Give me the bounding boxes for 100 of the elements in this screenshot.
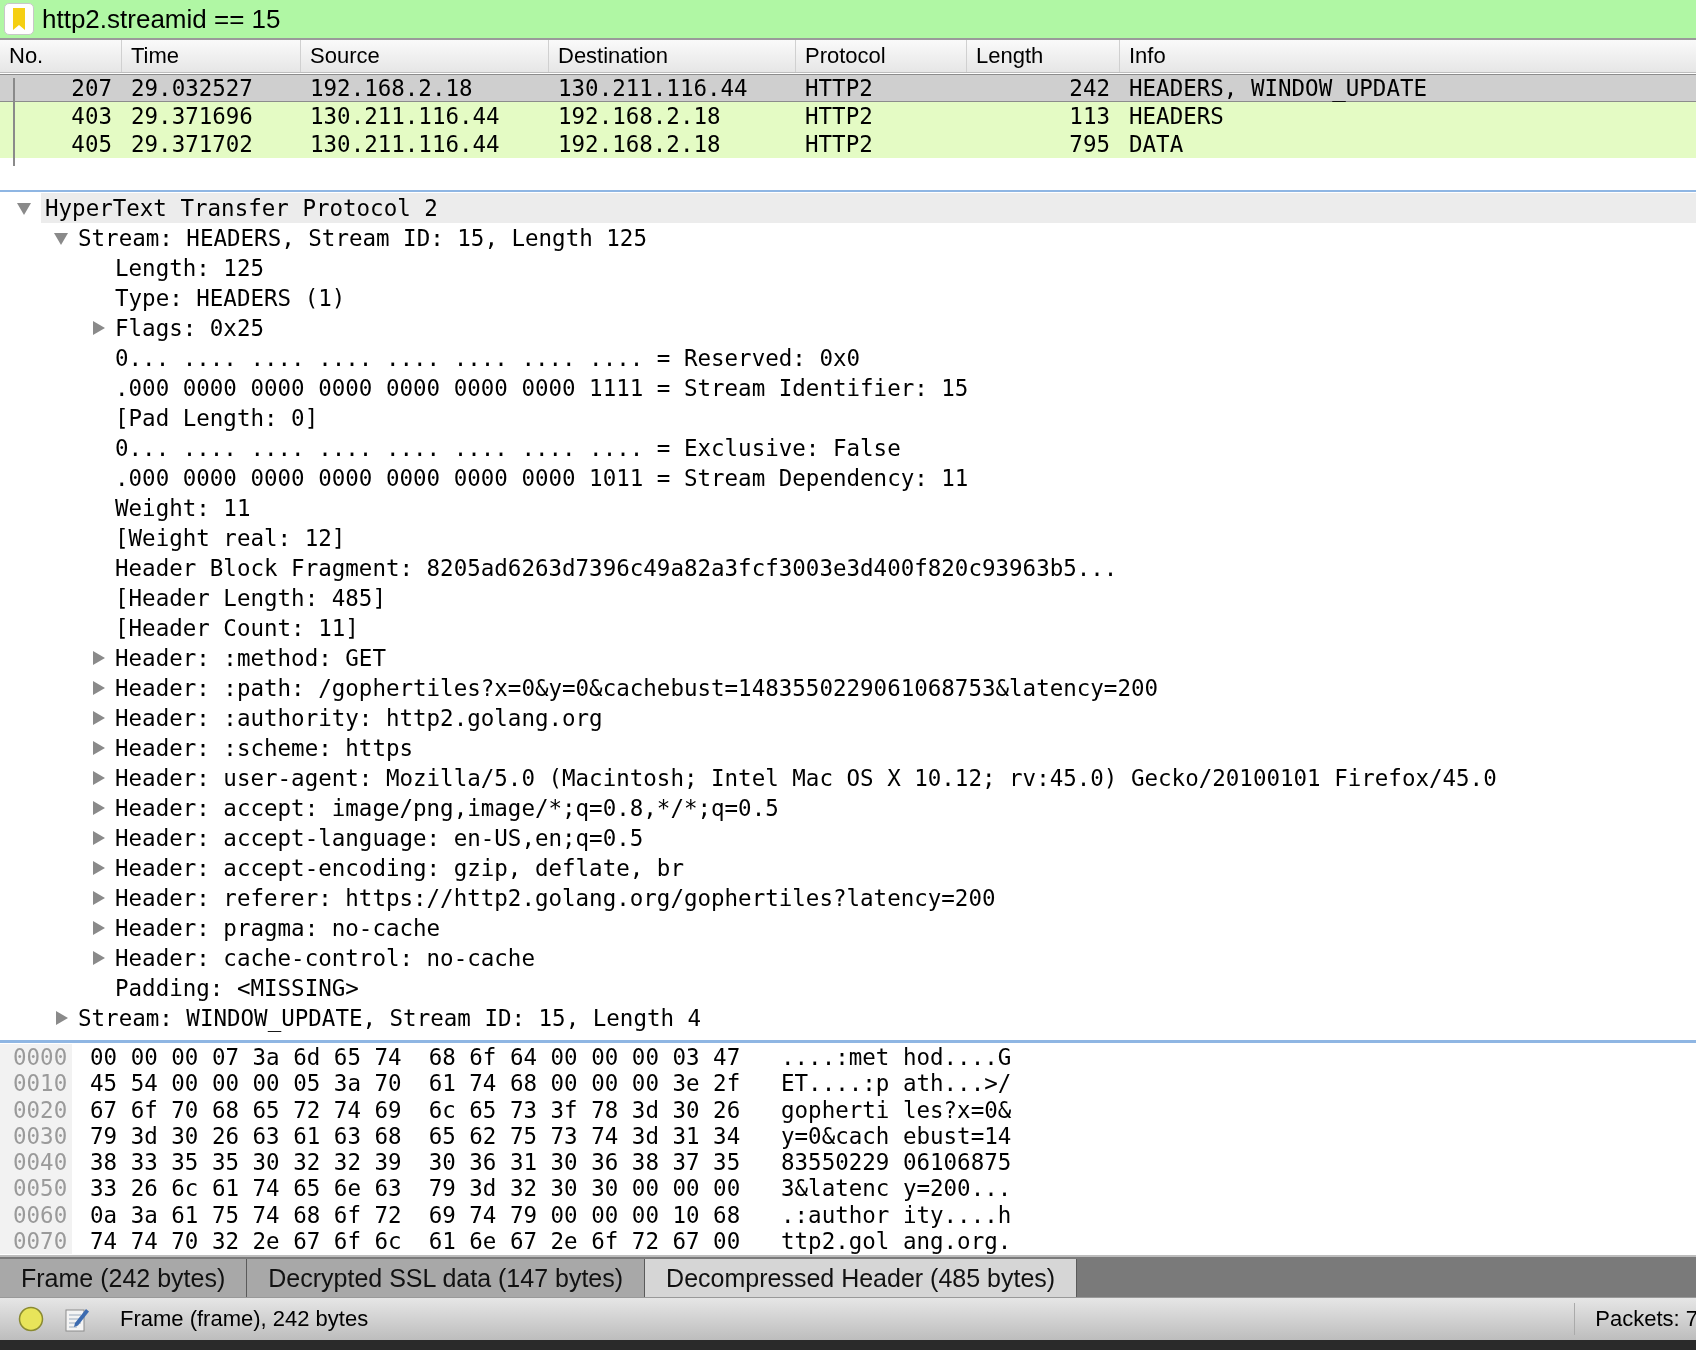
table-cell-text: 113 xyxy=(1068,102,1111,130)
disclosure-triangle-icon[interactable] xyxy=(90,890,106,906)
ascii-text[interactable]: .:author ity....h xyxy=(781,1201,1012,1229)
tree-item[interactable]: Type: HEADERS (1) xyxy=(115,283,346,313)
disclosure-triangle-icon[interactable] xyxy=(90,320,106,336)
disclosure-triangle-icon[interactable] xyxy=(90,650,106,666)
disclosure-triangle-icon[interactable] xyxy=(90,680,106,696)
tree-item[interactable]: Stream: WINDOW_UPDATE, Stream ID: 15, Length 4 xyxy=(78,1003,702,1033)
table-cell-text: 795 xyxy=(1068,130,1111,158)
column-header[interactable]: No. xyxy=(0,40,121,72)
table-cell-text: 192.168.2.18 xyxy=(309,74,474,102)
table-cell-text: 130.211.116.44 xyxy=(557,74,749,102)
tree-item[interactable]: Weight: 11 xyxy=(115,493,251,523)
ascii-text[interactable]: gopherti les?x=0& xyxy=(781,1096,1012,1123)
ascii-text[interactable]: 83550229 06106875 xyxy=(781,1149,1012,1176)
status-circle-icon[interactable] xyxy=(18,1306,44,1332)
hex-offset: 0050 xyxy=(13,1175,66,1202)
hex-offset: 0030 xyxy=(13,1122,66,1150)
tree-item[interactable]: Header: accept-language: en-US,en;q=0.5 xyxy=(115,823,644,853)
ascii-text[interactable]: ttp2.gol ang.org. xyxy=(781,1228,1012,1255)
byte-view-tab[interactable]: Decrypted SSL data (147 bytes) xyxy=(247,1259,646,1297)
tree-item[interactable]: .000 0000 0000 0000 0000 0000 0000 1011 = Stream Dependency: 11 xyxy=(115,463,969,493)
column-header[interactable]: Time xyxy=(121,40,300,72)
table-cell-text: HEADERS, WINDOW_UPDATE xyxy=(1128,74,1428,102)
tree-item[interactable]: Flags: 0x25 xyxy=(115,313,264,343)
column-header[interactable]: Protocol xyxy=(795,40,966,72)
table-cell-text: 242 xyxy=(1068,74,1111,102)
table-cell-text: HTTP2 xyxy=(804,74,874,102)
tree-item[interactable]: [Weight real: 12] xyxy=(115,523,346,553)
column-header[interactable]: Source xyxy=(300,40,548,72)
hex-offset: 0020 xyxy=(13,1096,66,1123)
table-cell-text: 192.168.2.18 xyxy=(557,130,722,158)
ascii-text[interactable]: 3&latenc y=200... xyxy=(781,1175,1012,1202)
tree-item[interactable]: Header: :path: /gophertiles?x=0&y=0&cachebust=1483550229061068753&latency=200 xyxy=(115,673,1159,703)
tree-item[interactable]: 0... .... .... .... .... .... .... .... = Exclusive: False xyxy=(115,433,901,463)
tree-item[interactable]: [Header Length: 485] xyxy=(115,583,386,613)
byte-view-tab[interactable]: Decompressed Header (485 bytes) xyxy=(645,1259,1078,1297)
tree-item[interactable]: Header: :method: GET xyxy=(115,643,386,673)
table-cell-text: HTTP2 xyxy=(804,130,874,158)
disclosure-triangle-icon[interactable] xyxy=(90,770,106,786)
tree-item[interactable]: Length: 125 xyxy=(115,253,264,283)
disclosure-triangle-icon[interactable] xyxy=(90,920,106,936)
ascii-text[interactable]: y=0&cach ebust=14 xyxy=(781,1122,1012,1150)
tree-item[interactable]: Header: cache-control: no-cache xyxy=(115,943,535,973)
hex-bytes[interactable]: 67 6f 70 68 65 72 74 69 6c 65 73 3f 78 3d 30 26 xyxy=(90,1096,763,1123)
column-header[interactable]: Info xyxy=(1119,40,1696,72)
disclosure-triangle-icon[interactable] xyxy=(90,860,106,876)
table-cell-text: 29.371702 xyxy=(130,130,254,158)
disclosure-triangle-icon[interactable] xyxy=(90,710,106,726)
packet-row[interactable]: 403 29.371696 130.211.116.44 192.168.2.18 HTTP2 113 HEADERS xyxy=(0,102,1696,130)
hex-bytes[interactable]: 0a 3a 61 75 74 68 6f 72 69 74 79 00 00 00 10 68 xyxy=(90,1201,763,1229)
tree-item[interactable]: Header: accept-encoding: gzip, deflate, br xyxy=(115,853,684,883)
table-cell-text: 29.032527 xyxy=(130,74,254,102)
hex-bytes[interactable]: 45 54 00 00 00 05 3a 70 61 74 68 00 00 00 3e 2f xyxy=(90,1070,763,1097)
tree-item[interactable]: Header: referer: https://http2.golang.org/gophertiles?latency=200 xyxy=(115,883,996,913)
hex-bytes[interactable]: 33 26 6c 61 74 65 6e 63 79 3d 32 30 30 00 00 00 xyxy=(90,1175,763,1202)
table-cell-text: 207 xyxy=(70,74,113,102)
byte-view-tab[interactable]: Frame (242 bytes) xyxy=(0,1259,248,1297)
disclosure-triangle-icon[interactable] xyxy=(16,200,32,216)
hex-offset: 0010 xyxy=(13,1070,66,1097)
column-header[interactable]: Destination xyxy=(548,40,795,72)
tree-item[interactable]: .000 0000 0000 0000 0000 0000 0000 1111 = Stream Identifier: 15 xyxy=(115,373,969,403)
disclosure-triangle-icon[interactable] xyxy=(53,1010,69,1026)
table-cell-text: HEADERS xyxy=(1128,102,1225,130)
disclosure-triangle-icon[interactable] xyxy=(90,740,106,756)
table-cell-text: 130.211.116.44 xyxy=(309,130,501,158)
table-cell-text: 130.211.116.44 xyxy=(309,102,501,130)
disclosure-triangle-icon[interactable] xyxy=(53,230,69,246)
tree-item[interactable]: [Header Count: 11] xyxy=(115,613,359,643)
tree-item[interactable]: Header Block Fragment: 8205ad6263d7396c49a82a3fcf3003e3d400f820c93963b5... xyxy=(115,553,1118,583)
table-cell-text: 405 xyxy=(70,130,113,158)
packet-row[interactable]: 405 29.371702 130.211.116.44 192.168.2.18 HTTP2 795 DATA xyxy=(0,130,1696,158)
hex-offset: 0040 xyxy=(13,1149,66,1176)
display-filter-field[interactable]: http2.streamid == 15 xyxy=(0,0,1696,40)
disclosure-triangle-icon[interactable] xyxy=(90,950,106,966)
tree-item[interactable]: 0... .... .... .... .... .... .... .... = Reserved: 0x0 xyxy=(115,343,861,373)
tree-item[interactable]: Header: :authority: http2.golang.org xyxy=(115,703,603,733)
tree-item[interactable]: Header: pragma: no-cache xyxy=(115,913,441,943)
ascii-text[interactable]: ET....:p ath...>/ xyxy=(781,1070,1012,1097)
tree-item[interactable]: Padding: <MISSING> xyxy=(115,973,359,1003)
packet-row[interactable]: 207 29.032527 192.168.2.18 130.211.116.44 HTTP2 242 HEADERS, WINDOW_UPDATE xyxy=(0,74,1696,102)
hex-offset: 0000 xyxy=(13,1044,66,1071)
tree-item[interactable]: Header: accept: image/png,image/*;q=0.8,*/*;q=0.5 xyxy=(115,793,779,823)
tree-item[interactable]: Header: :scheme: https xyxy=(115,733,413,763)
table-cell-text: DATA xyxy=(1128,130,1185,158)
table-cell-text: 192.168.2.18 xyxy=(557,102,722,130)
hex-bytes[interactable]: 79 3d 30 26 63 61 63 68 65 62 75 73 74 3d 31 34 xyxy=(90,1122,763,1150)
disclosure-triangle-icon[interactable] xyxy=(90,800,106,816)
tree-item[interactable]: Stream: HEADERS, Stream ID: 15, Length 125 xyxy=(78,223,647,253)
tree-item[interactable]: HyperText Transfer Protocol 2 xyxy=(41,193,1696,223)
table-cell-text: 403 xyxy=(70,102,113,130)
column-header[interactable]: Length xyxy=(966,40,1119,72)
tree-item[interactable]: Header: user-agent: Mozilla/5.0 (Macintosh; Intel Mac OS X 10.12; rv:45.0) Gecko/20100101 Firefox/45.0 xyxy=(115,763,1497,793)
hex-offset: 0060 xyxy=(13,1201,66,1229)
tree-item[interactable]: [Pad Length: 0] xyxy=(115,403,319,433)
hex-bytes[interactable]: 38 33 35 35 30 32 32 39 30 36 31 30 36 38 37 35 xyxy=(90,1149,763,1176)
hex-bytes[interactable]: 00 00 00 07 3a 6d 65 74 68 6f 64 00 00 00 03 47 xyxy=(90,1044,763,1071)
ascii-text[interactable]: ....:met hod....G xyxy=(781,1044,1012,1071)
disclosure-triangle-icon[interactable] xyxy=(90,830,106,846)
hex-bytes[interactable]: 74 74 70 32 2e 67 6f 6c 61 6e 67 2e 6f 72 67 00 xyxy=(90,1228,763,1255)
